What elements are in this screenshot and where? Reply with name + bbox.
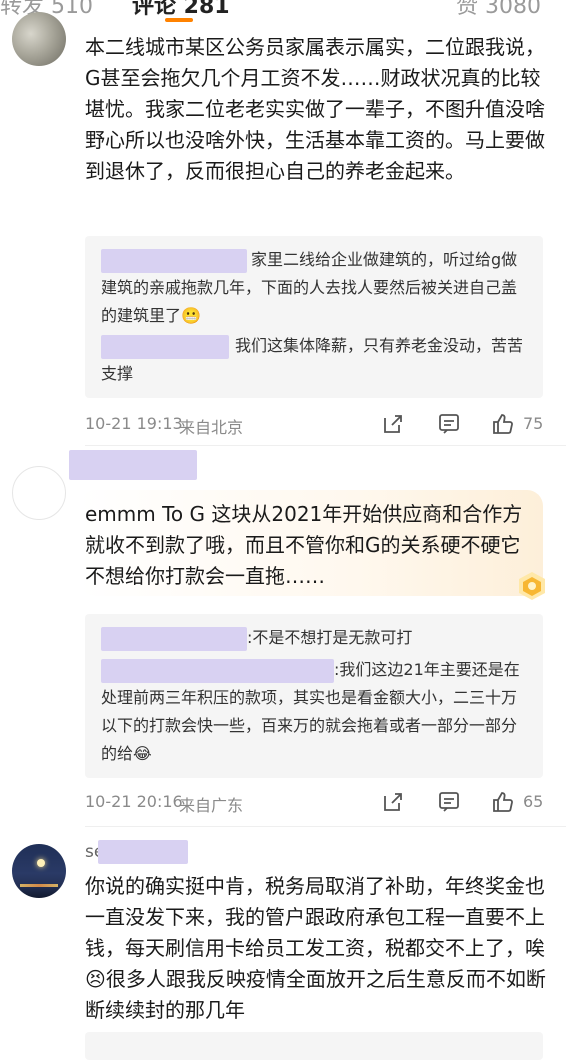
avatar[interactable] [12, 12, 66, 66]
comment-body: 本二线城市某区公务员家属表示属实，二位跟我说，G甚至会拖欠几个月工资不发……财政… [85, 35, 545, 183]
tab-bar: 转发 510 评论 281 赞 3080 [0, 0, 566, 22]
moon-shape [37, 859, 45, 867]
reply-author-mask [101, 626, 247, 651]
comment-time: 10-21 20:16 [85, 792, 183, 811]
reply-author-mask [101, 248, 247, 273]
comment-location: 来自广东 [179, 796, 244, 815]
like-icon[interactable] [491, 412, 515, 436]
comment-icon[interactable] [437, 790, 461, 814]
reply-item[interactable]: 我们这集体降薪，只有养老金没动，苦苦支撑 [101, 332, 531, 388]
comment-location: 来自北京 [179, 418, 244, 437]
comment-time: 10-21 19:13 [85, 414, 183, 433]
avatar[interactable] [12, 844, 66, 898]
like-count: 75 [523, 414, 544, 433]
tab-comment[interactable]: 评论 281 [132, 0, 230, 20]
like-count: 65 [523, 792, 544, 811]
reply-list[interactable]: 家里二线给企业做建筑的，听过给g做建筑的亲戚拖款几年，下面的人去找人要然后被关进… [85, 236, 543, 398]
comment-icon[interactable] [437, 412, 461, 436]
avatar[interactable] [12, 466, 66, 520]
comment-body: 你说的确实挺中肯，税务局取消了补助，年终奖金也一直没发下来，我的管户跟政府承包工… [85, 874, 546, 1022]
comment-body: emmm To G 这块从2021年开始供应商和合作方就收不到款了哦，而且不管你… [85, 502, 523, 588]
share-icon[interactable] [381, 790, 405, 814]
reply-author-mask [101, 334, 229, 359]
reply-item[interactable]: 家里二线给企业做建筑的，听过给g做建筑的亲戚拖款几年，下面的人去找人要然后被关进… [101, 246, 531, 330]
author-name-mask[interactable] [69, 450, 197, 480]
reply-item[interactable]: :不是不想打是无款可打 [101, 624, 531, 652]
reply-list[interactable]: :不是不想打是无款可打 :我们这边21年主要还是在处理前两三年积压的款项，其实也… [85, 614, 543, 778]
share-icon[interactable] [381, 412, 405, 436]
reply-author-mask [101, 658, 334, 683]
comment-meta: 10-21 19:13 来自北京 75 [85, 412, 547, 437]
divider [85, 826, 566, 827]
comment-meta: 10-21 20:16 来自广东 65 [85, 790, 547, 815]
like-icon[interactable] [491, 790, 515, 814]
active-tab-indicator [165, 18, 193, 22]
reply-item[interactable]: :我们这边21年主要还是在处理前两三年积压的款项，其实也是看金额大小，二三十万以… [101, 656, 531, 768]
reply-list[interactable] [85, 1032, 543, 1060]
reply-text: :不是不想打是无款可打 [247, 628, 413, 647]
author-name-mask[interactable] [98, 840, 188, 864]
city-lights-shape [20, 884, 58, 887]
divider [85, 445, 566, 446]
tab-like[interactable]: 赞 3080 [456, 0, 541, 20]
